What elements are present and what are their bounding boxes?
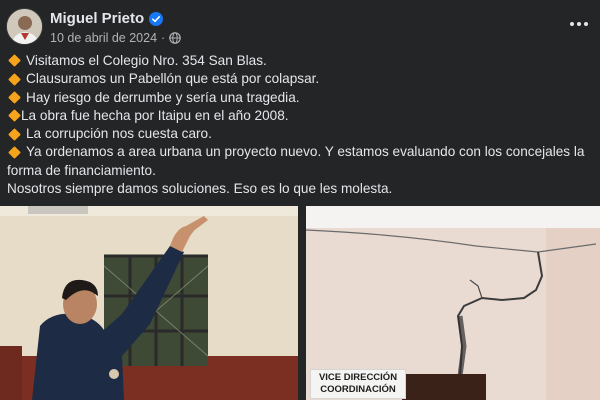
photo-cracked-wall[interactable]: VICE DIRECCIÓN COORDINACIÓN — [306, 206, 600, 400]
more-options-button[interactable] — [566, 14, 592, 34]
post-line-text: Nosotros siempre damos soluciones. Eso e… — [7, 181, 393, 197]
photo-grid: VICE DIRECCIÓN COORDINACIÓN — [0, 206, 600, 400]
orange-diamond-icon — [8, 72, 21, 86]
photo-man-pointing[interactable] — [0, 206, 298, 400]
orange-diamond-icon — [8, 127, 21, 141]
sign-line-1: VICE DIRECCIÓN — [318, 372, 398, 383]
more-options-icon-dot — [584, 22, 588, 26]
orange-diamond-icon — [8, 146, 21, 159]
post-line-text: Ya ordenamos a area urbana un proyecto n… — [7, 144, 585, 178]
post-meta: 10 de abril de 2024 · — [50, 31, 182, 45]
post-header: Miguel Prieto 10 de abril de 2024 · — [0, 0, 600, 52]
orange-diamond-icon — [8, 109, 21, 123]
post-line: Ya ordenamos a area urbana un proyecto n… — [7, 143, 595, 180]
more-options-icon — [570, 22, 574, 26]
post-line: Clausuramos un Pabellón que está por col… — [7, 70, 595, 88]
orange-diamond-icon — [8, 54, 21, 68]
post-date[interactable]: 10 de abril de 2024 — [50, 31, 157, 45]
post-line-text: Clausuramos un Pabellón que está por col… — [26, 71, 320, 87]
vice-direccion-sign: VICE DIRECCIÓN COORDINACIÓN — [310, 369, 406, 399]
post-line: Nosotros siempre damos soluciones. Eso e… — [7, 180, 595, 198]
globe-icon[interactable] — [169, 32, 182, 44]
orange-diamond-icon — [8, 91, 21, 104]
post-line-text: Hay riesgo de derrumbe y sería una trage… — [26, 89, 300, 105]
avatar-image — [7, 9, 42, 44]
post-line-text: La corrupción nos cuesta caro. — [26, 126, 212, 142]
post-line: La corrupción nos cuesta caro. — [7, 125, 595, 143]
post-text: Visitamos el Colegio Nro. 354 San Blas. … — [7, 52, 595, 198]
more-options-icon-dot — [577, 22, 581, 26]
author-name[interactable]: Miguel Prieto — [50, 10, 144, 27]
author-row: Miguel Prieto — [50, 10, 164, 27]
post-line-text: Visitamos el Colegio Nro. 354 San Blas. — [26, 53, 267, 68]
post-line-text: La obra fue hecha por Itaipu en el año 2… — [21, 107, 289, 123]
post-line: La obra fue hecha por Itaipu en el año 2… — [7, 107, 595, 125]
meta-separator: · — [161, 31, 166, 45]
post-line: Visitamos el Colegio Nro. 354 San Blas. — [7, 52, 595, 70]
verified-badge-icon — [149, 11, 164, 26]
post-line: Hay riesgo de derrumbe y sería una trage… — [7, 89, 595, 107]
man-pointing-at-ceiling-photo — [0, 206, 298, 400]
author-avatar[interactable] — [6, 8, 43, 45]
sign-line-2: COORDINACIÓN — [320, 384, 396, 395]
